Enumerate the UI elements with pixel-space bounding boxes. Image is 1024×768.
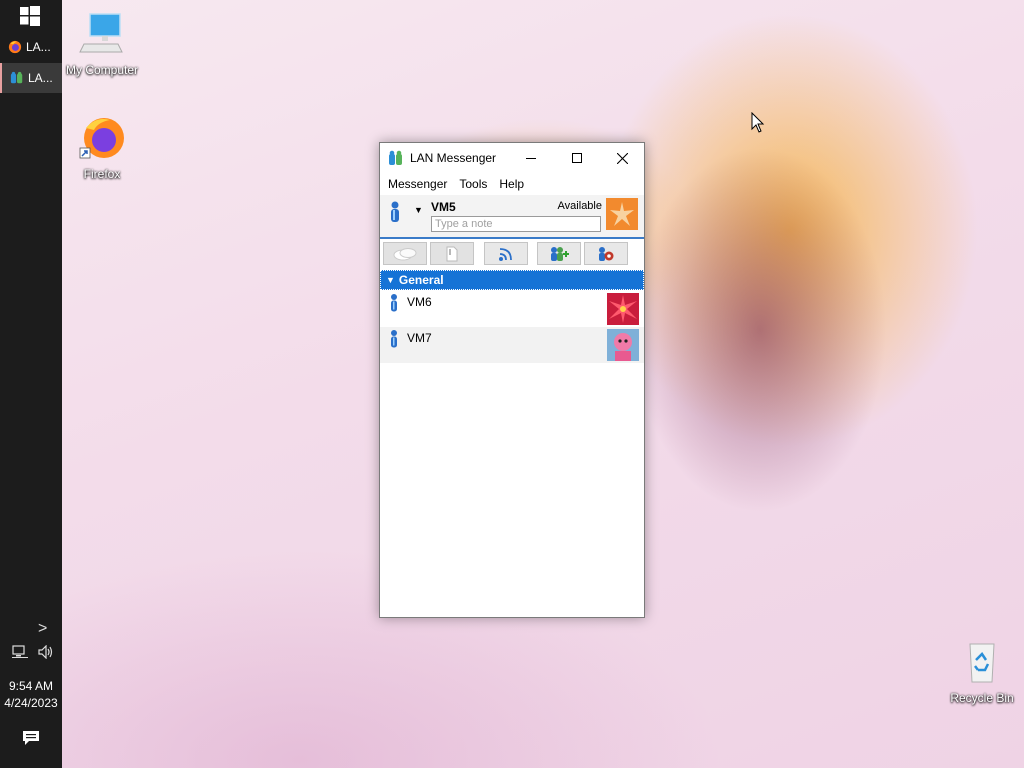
lan-messenger-window: LAN Messenger Messenger Tools Help ▼ VM5… (379, 142, 645, 618)
computer-icon (79, 13, 123, 53)
contact-name: VM7 (407, 331, 432, 345)
mouse-cursor-icon (751, 112, 765, 133)
note-input[interactable] (431, 216, 601, 232)
desktop-icon-label: Firefox (83, 167, 121, 181)
firefox-icon (8, 40, 22, 54)
group-expand-icon[interactable]: ▼ (386, 275, 395, 285)
menu-messenger[interactable]: Messenger (384, 177, 455, 191)
window-title: LAN Messenger (410, 151, 497, 165)
close-button[interactable] (599, 143, 645, 173)
title-bar[interactable]: LAN Messenger (380, 143, 644, 173)
profile-panel: ▼ VM5 Available (380, 195, 644, 239)
taskbar-app-lan-messenger[interactable]: LA... (0, 63, 62, 93)
contact-item-vm6[interactable]: VM6 (380, 291, 644, 327)
minimize-icon (526, 158, 536, 159)
taskbar: LA... LA... > 9:54 AM 4/24/2023 (0, 0, 62, 768)
settings-button[interactable] (584, 242, 628, 265)
file-icon (446, 246, 458, 261)
recycle-bin-icon (969, 643, 995, 683)
taskbar-app-label: LA... (26, 40, 51, 54)
chat-button[interactable] (383, 242, 427, 265)
minimize-button[interactable] (508, 143, 554, 173)
menu-help[interactable]: Help (495, 177, 532, 191)
profile-status: Available (557, 200, 602, 212)
notification-center-icon[interactable] (22, 730, 40, 746)
user-status-icon[interactable] (388, 201, 402, 223)
maximize-button[interactable] (554, 143, 600, 173)
red-flower-avatar (607, 293, 639, 325)
user-status-icon (391, 330, 397, 348)
lan-messenger-icon (10, 71, 23, 84)
menu-tools[interactable]: Tools (455, 177, 495, 191)
network-icon[interactable] (12, 645, 28, 659)
status-dropdown-icon[interactable]: ▼ (414, 205, 423, 215)
lan-messenger-icon (389, 150, 402, 165)
add-user-icon (551, 246, 569, 261)
contact-name: VM6 (407, 295, 432, 309)
taskbar-app-firefox[interactable]: LA... (0, 32, 62, 62)
desktop-icon-label: My Computer (65, 63, 139, 77)
volume-icon[interactable] (38, 645, 54, 659)
desktop-icon-my-computer[interactable]: My Computer (62, 10, 142, 77)
group-name: General (398, 273, 444, 287)
taskbar-app-label: LA... (28, 71, 53, 85)
add-contacts-button[interactable] (537, 242, 581, 265)
profile-avatar[interactable] (606, 198, 638, 230)
gear-icon (599, 246, 614, 261)
profile-name: VM5 (431, 200, 456, 214)
contact-item-vm7[interactable]: VM7 (380, 327, 644, 363)
show-hidden-icons-button[interactable]: > (38, 620, 47, 638)
user-status-icon (391, 294, 397, 312)
close-icon (616, 152, 628, 164)
windows-start-icon[interactable] (20, 6, 40, 26)
send-file-button[interactable] (430, 242, 474, 265)
taskbar-clock[interactable]: 9:54 AM 4/24/2023 (0, 678, 62, 712)
system-tray (12, 645, 54, 659)
group-general[interactable]: ▼ General (380, 270, 644, 290)
desktop-icon-label: Recycle Bin (950, 691, 1014, 705)
maximize-icon (572, 153, 582, 163)
firefox-icon (79, 118, 124, 159)
menu-bar: Messenger Tools Help (380, 173, 644, 195)
clock-time: 9:54 AM (8, 679, 54, 693)
pink-figure-avatar (607, 329, 639, 361)
broadcast-icon (499, 247, 512, 261)
broadcast-button[interactable] (484, 242, 528, 265)
chat-bubble-icon (393, 247, 417, 260)
desktop-icon-recycle-bin[interactable]: Recycle Bin (942, 638, 1022, 705)
desktop-icon-firefox[interactable]: Firefox (62, 114, 142, 181)
toolbar (380, 239, 644, 269)
clock-date: 4/24/2023 (4, 696, 58, 710)
